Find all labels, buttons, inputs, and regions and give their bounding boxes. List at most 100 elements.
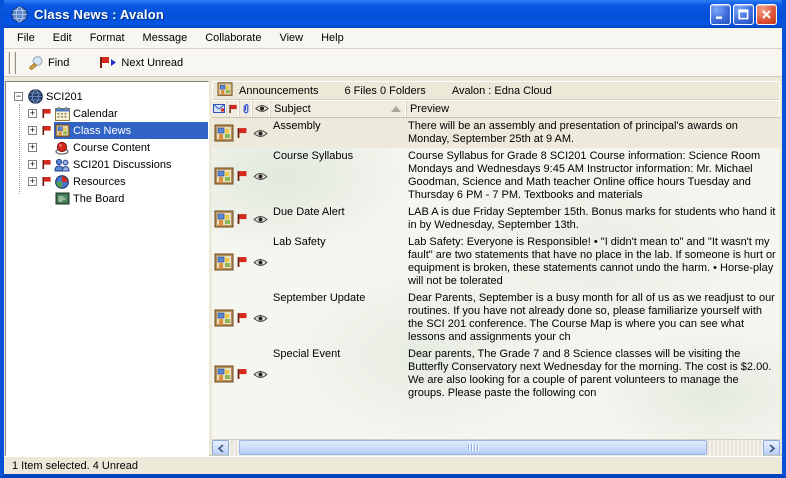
discussions-icon (54, 158, 70, 172)
row-subject: Due Date Alert (270, 204, 406, 234)
tree-item-label: SCI201 Discussions (72, 158, 174, 172)
row-preview: LAB A is due Friday September 15th. Bonu… (406, 204, 780, 234)
tree-item-label: Resources (72, 175, 129, 189)
calendar-icon (54, 107, 70, 121)
eye-icon (250, 290, 270, 346)
find-button[interactable]: Find (22, 52, 75, 74)
unread-flag-icon (41, 176, 52, 187)
tree-root-sci201[interactable]: − SCI201 (6, 88, 208, 105)
unread-flag-icon (236, 234, 250, 290)
paperclip-icon (242, 103, 250, 115)
eye-icon (255, 104, 269, 113)
app-window: Class News : Avalon FileEditFormatMessag… (0, 0, 786, 478)
tree-item-course-content[interactable]: + Course Content (6, 139, 208, 156)
menu-bar: FileEditFormatMessageCollaborateViewHelp (4, 28, 782, 49)
expand-box-icon[interactable]: + (28, 126, 37, 135)
column-read-status[interactable] (253, 100, 271, 117)
window-title: Class News : Avalon (34, 7, 708, 22)
server-location: Avalon : Edna Cloud (452, 85, 552, 97)
globe-app-icon (11, 6, 28, 23)
list-item-september-update[interactable]: September Update Dear Parents, September… (212, 290, 780, 346)
row-subject: September Update (270, 290, 406, 346)
row-preview: Lab Safety: Everyone is Responsible! • "… (406, 234, 780, 290)
tree-item-resources[interactable]: + Resources (6, 173, 208, 190)
expand-box-icon[interactable]: + (28, 177, 37, 186)
column-preview[interactable]: Preview (407, 100, 780, 117)
expand-box-icon[interactable]: + (28, 109, 37, 118)
tree-item-label: Course Content (72, 141, 153, 155)
column-flag[interactable] (227, 100, 240, 117)
close-button[interactable] (756, 4, 777, 25)
unread-flag-icon (236, 290, 250, 346)
row-subject: Lab Safety (270, 234, 406, 290)
conference-title: Announcements (239, 85, 319, 97)
minimize-button[interactable] (710, 4, 731, 25)
unread-flag-icon (236, 118, 250, 148)
menu-collaborate[interactable]: Collaborate (196, 29, 270, 47)
row-preview: Course Syllabus for Grade 8 SCI201 Cours… (406, 148, 780, 204)
next-unread-flag-icon (99, 56, 117, 69)
row-preview: Dear Parents, September is a busy month … (406, 290, 780, 346)
magnifier-icon (28, 55, 44, 71)
conference-info-bar: Announcements 6 Files 0 Folders Avalon :… (212, 81, 780, 100)
conference-tree: − SCI201 + Calendar + (5, 81, 209, 456)
bulletin-icon (212, 204, 236, 234)
eye-icon (250, 118, 270, 148)
board-icon (54, 192, 70, 205)
menu-format[interactable]: Format (81, 29, 134, 47)
find-label: Find (48, 57, 69, 69)
resources-icon (54, 175, 70, 189)
flag-icon (228, 104, 238, 114)
expand-box-icon[interactable]: + (28, 143, 37, 152)
tree-item-the-board[interactable]: + The Board (6, 190, 208, 207)
column-envelope[interactable] (212, 100, 227, 117)
maximize-button[interactable] (733, 4, 754, 25)
menu-message[interactable]: Message (134, 29, 197, 47)
column-attachment[interactable] (240, 100, 253, 117)
bulletin-icon (217, 82, 233, 100)
scroll-right-button[interactable] (763, 440, 780, 456)
message-panel: Announcements 6 Files 0 Folders Avalon :… (212, 81, 780, 456)
list-item-due-date-alert[interactable]: Due Date Alert LAB A is due Friday Septe… (212, 204, 780, 234)
toolbar-grip[interactable] (8, 52, 16, 74)
expand-box-icon[interactable]: + (28, 160, 37, 169)
unread-flag-icon (41, 125, 52, 136)
list-item-course-syllabus[interactable]: Course Syllabus Course Syllabus for Grad… (212, 148, 780, 204)
menu-help[interactable]: Help (312, 29, 353, 47)
tree-item-sci201-discussions[interactable]: + SCI201 Discussions (6, 156, 208, 173)
row-preview: Dear parents, The Grade 7 and 8 Science … (406, 346, 780, 402)
course-content-icon (54, 141, 70, 155)
scroll-left-button[interactable] (212, 440, 229, 456)
eye-icon (250, 234, 270, 290)
list-item-lab-safety[interactable]: Lab Safety Lab Safety: Everyone is Respo… (212, 234, 780, 290)
menu-file[interactable]: File (8, 29, 44, 47)
menu-view[interactable]: View (270, 29, 312, 47)
collapse-box-icon[interactable]: − (14, 92, 23, 101)
unread-flag-icon (41, 108, 52, 119)
menu-edit[interactable]: Edit (44, 29, 81, 47)
toolbar: Find Next Unread (4, 49, 782, 77)
unread-flag-icon (236, 204, 250, 234)
list-item-special-event[interactable]: Special Event Dear parents, The Grade 7 … (212, 346, 780, 402)
column-subject[interactable]: Subject (271, 100, 407, 117)
eye-icon (250, 204, 270, 234)
row-subject: Special Event (270, 346, 406, 402)
scrollbar-track[interactable] (229, 440, 763, 456)
scrollbar-thumb[interactable] (239, 440, 707, 455)
next-unread-button[interactable]: Next Unread (93, 53, 189, 72)
status-bar: 1 Item selected. 4 Unread (4, 456, 782, 474)
content-area: − SCI201 + Calendar + (4, 77, 782, 456)
tree-connector-line (19, 104, 20, 194)
tree-item-class-news[interactable]: + Class News (6, 122, 208, 139)
list-item-assembly[interactable]: Assembly There will be an assembly and p… (212, 118, 780, 148)
unread-flag-icon (41, 159, 52, 170)
column-header: Subject Preview (212, 100, 780, 118)
row-subject: Course Syllabus (270, 148, 406, 204)
bulletin-icon (212, 290, 236, 346)
tree-item-calendar[interactable]: + Calendar (6, 105, 208, 122)
envelope-icon (213, 104, 225, 113)
bulletin-icon (212, 234, 236, 290)
globe-icon (27, 89, 43, 104)
message-list: Assembly There will be an assembly and p… (212, 118, 780, 439)
row-subject: Assembly (270, 118, 406, 148)
